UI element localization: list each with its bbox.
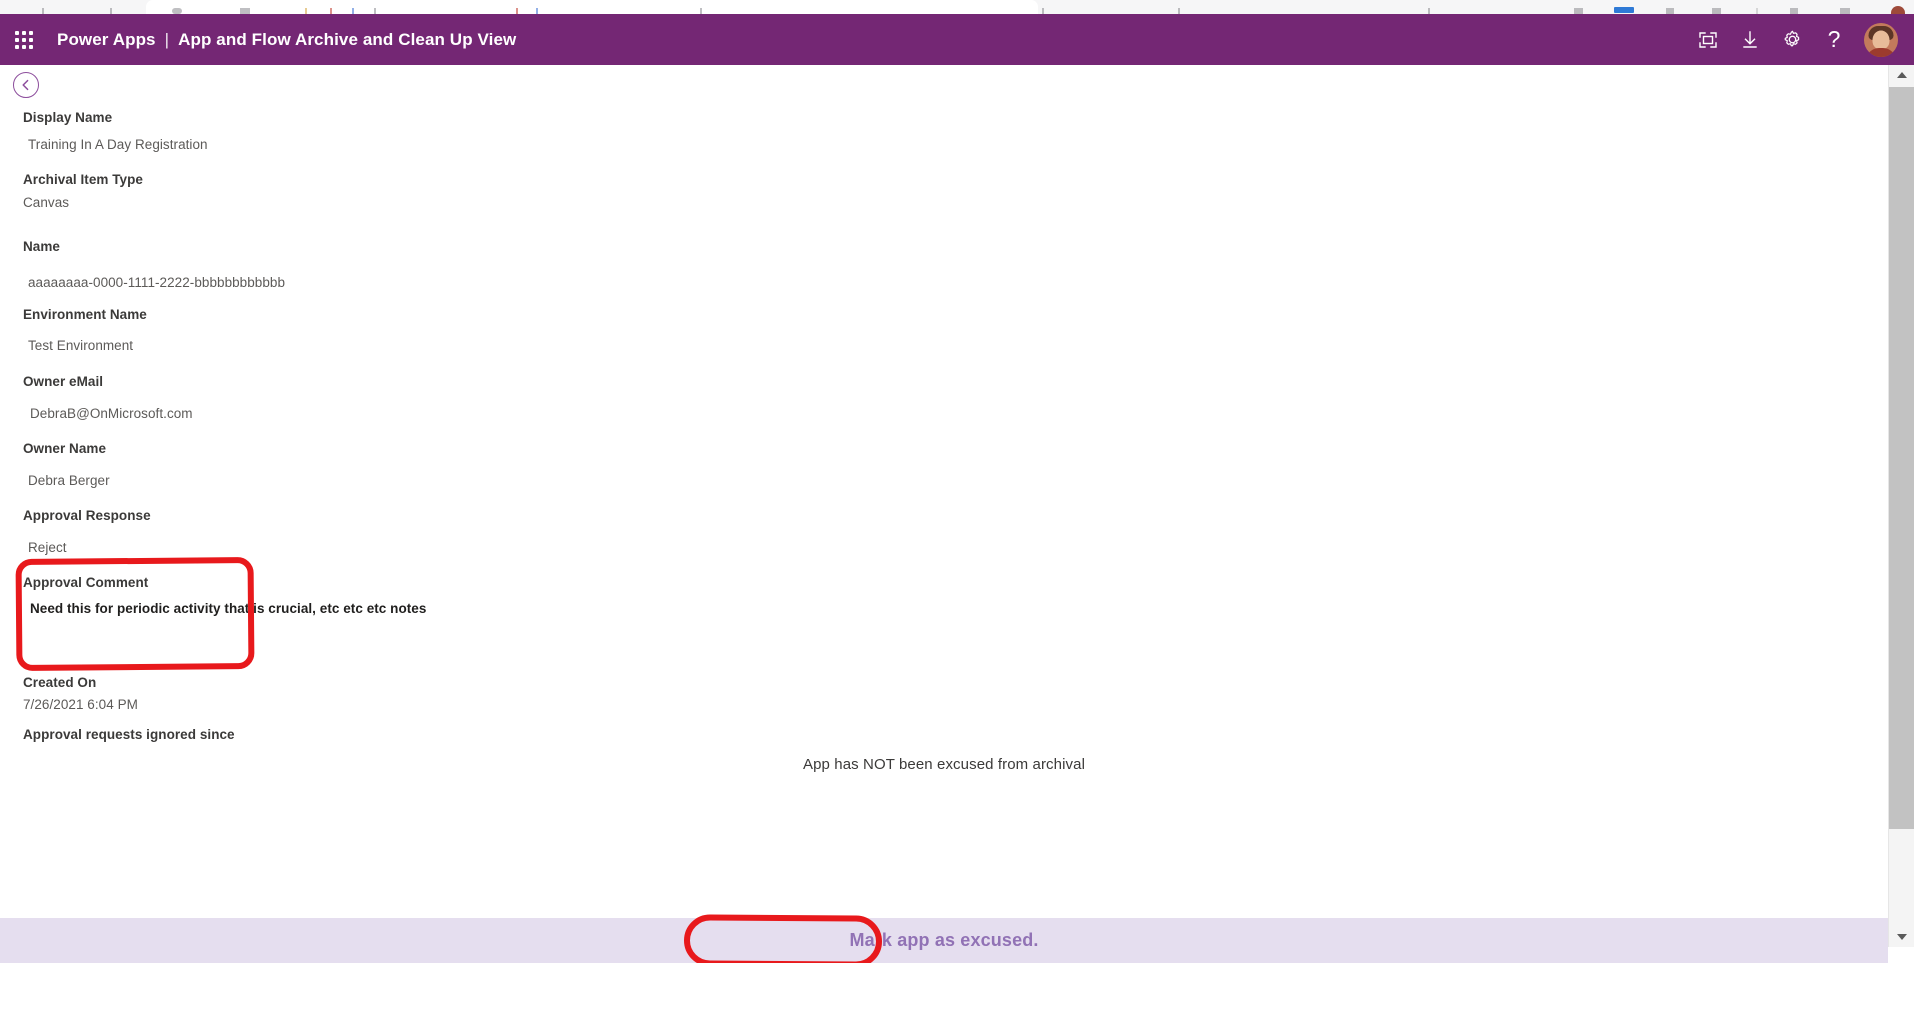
field-archival-item-type-value: Canvas — [23, 195, 70, 210]
download-icon[interactable] — [1729, 20, 1771, 60]
back-button[interactable] — [13, 72, 39, 98]
browser-account-avatar[interactable] — [1891, 6, 1905, 14]
help-icon[interactable]: ? — [1813, 20, 1855, 60]
field-approval-comment-label: Approval Comment — [23, 575, 149, 590]
app-root: Power Apps | App and Flow Archive and Cl… — [0, 0, 1914, 1018]
browser-collections-icon[interactable] — [1614, 7, 1634, 13]
scrollbar-thumb[interactable] — [1889, 87, 1914, 829]
brand-name[interactable]: Power Apps — [57, 30, 156, 50]
avatar[interactable] — [1864, 22, 1898, 57]
field-display-name-label: Display Name — [23, 110, 113, 125]
field-created-on-value: 7/26/2021 6:04 PM — [23, 697, 138, 712]
scroll-up-icon[interactable] — [1889, 65, 1914, 85]
app-canvas: Display Name Training In A Day Registrat… — [0, 65, 1888, 947]
page-bottom-whitespace — [0, 963, 1914, 1018]
brand-separator: | — [164, 29, 170, 49]
field-display-name-value: Training In A Day Registration — [28, 137, 208, 152]
field-environment-name-label: Environment Name — [23, 307, 147, 322]
mark-app-as-excused-button[interactable]: Mark app as excused. — [831, 926, 1056, 955]
gear-icon[interactable] — [1771, 20, 1813, 60]
field-owner-name-value: Debra Berger — [28, 473, 110, 488]
suite-header: Power Apps | App and Flow Archive and Cl… — [0, 14, 1914, 65]
field-owner-name-label: Owner Name — [23, 441, 107, 456]
browser-address-bar[interactable] — [146, 0, 1038, 14]
brand-title-group: Power Apps | App and Flow Archive and Cl… — [57, 30, 516, 50]
page-title: App and Flow Archive and Clean Up View — [178, 29, 517, 49]
field-approval-response-label: Approval Response — [23, 508, 151, 523]
field-owner-email-value: DebraB@OnMicrosoft.com — [30, 406, 193, 421]
field-created-on-label: Created On — [23, 675, 97, 690]
browser-chrome-sliver — [0, 0, 1914, 14]
action-bar: Mark app as excused. — [0, 918, 1888, 963]
app-launcher-icon[interactable] — [13, 29, 35, 51]
fullscreen-icon[interactable] — [1687, 20, 1729, 60]
archival-status-message: App has NOT been excused from archival — [803, 756, 1085, 773]
avatar-shoulders — [1866, 47, 1896, 57]
help-glyph: ? — [1827, 26, 1841, 52]
field-approval-comment-value: Need this for periodic activity that is … — [30, 601, 427, 616]
field-approval-requests-ignored-since-label: Approval requests ignored since — [23, 727, 235, 742]
vertical-scrollbar[interactable] — [1888, 65, 1914, 947]
field-environment-name-value: Test Environment — [28, 338, 134, 353]
header-actions: ? — [1687, 20, 1898, 60]
field-archival-item-type-label: Archival Item Type — [23, 172, 143, 187]
field-name-value: aaaaaaaa-0000-1111-2222-bbbbbbbbbbbb — [28, 275, 286, 290]
scroll-down-icon[interactable] — [1889, 927, 1914, 947]
field-approval-response-value: Reject — [28, 540, 67, 555]
field-owner-email-label: Owner eMail — [23, 374, 104, 389]
field-name-label: Name — [23, 239, 60, 254]
